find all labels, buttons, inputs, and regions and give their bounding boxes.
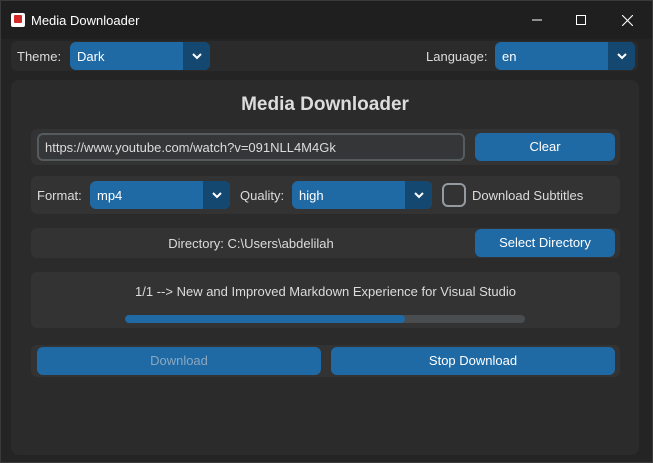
url-input[interactable]: https://www.youtube.com/watch?v=091NLL4M… <box>37 133 465 161</box>
clear-button[interactable]: Clear <box>475 133 615 161</box>
chevron-down-icon <box>191 52 202 59</box>
title-bar: Media Downloader <box>1 1 652 39</box>
directory-row: Directory: C:\Users\abdelilah Select Dir… <box>31 228 620 258</box>
theme-label: Theme: <box>17 49 62 64</box>
directory-path: Directory: C:\Users\abdelilah <box>168 236 334 251</box>
quality-value: high <box>299 188 324 203</box>
subtitles-checkbox[interactable] <box>442 183 466 207</box>
options-row: Format: mp4 Quality: high Download Subti… <box>31 176 620 214</box>
language-select[interactable]: en <box>495 42 635 70</box>
chevron-down-icon <box>211 191 222 198</box>
download-button[interactable]: Download <box>37 347 321 375</box>
minimize-button[interactable] <box>514 1 560 39</box>
status-text: 1/1 --> New and Improved Markdown Experi… <box>135 284 516 299</box>
quality-dropdown-button[interactable] <box>405 181 432 209</box>
quality-select[interactable]: high <box>292 181 432 209</box>
window-title: Media Downloader <box>31 13 140 28</box>
close-button[interactable] <box>604 1 650 39</box>
progress-bar-fill <box>125 315 405 323</box>
chevron-down-icon <box>413 191 424 198</box>
language-value: en <box>502 49 517 64</box>
maximize-button[interactable] <box>558 1 604 39</box>
theme-select[interactable]: Dark <box>70 42 210 70</box>
main-panel: Media Downloader https://www.youtube.com… <box>11 80 639 455</box>
format-value: mp4 <box>97 188 123 203</box>
format-label: Format: <box>37 188 82 203</box>
format-select[interactable]: mp4 <box>90 181 230 209</box>
subtitles-label[interactable]: Download Subtitles <box>472 188 583 203</box>
language-dropdown-button[interactable] <box>608 42 635 70</box>
quality-label: Quality: <box>240 188 285 203</box>
chevron-down-icon <box>616 52 627 59</box>
actions-row: Download Stop Download <box>31 345 620 377</box>
close-icon <box>621 14 633 26</box>
progress-bar <box>125 315 525 323</box>
select-directory-button[interactable]: Select Directory <box>475 229 615 257</box>
url-row: https://www.youtube.com/watch?v=091NLL4M… <box>31 129 620 165</box>
format-dropdown-button[interactable] <box>203 181 230 209</box>
settings-bar: Theme: Dark Language: en <box>11 41 638 71</box>
progress-row: 1/1 --> New and Improved Markdown Experi… <box>31 272 620 328</box>
minimize-icon <box>532 19 542 21</box>
main-title: Media Downloader <box>241 94 409 115</box>
stop-download-button[interactable]: Stop Download <box>331 347 615 375</box>
app-icon <box>11 13 25 27</box>
language-label: Language: <box>426 49 488 64</box>
maximize-icon <box>576 15 586 25</box>
theme-dropdown-button[interactable] <box>183 42 210 70</box>
theme-value: Dark <box>77 49 105 64</box>
app-window: Media Downloader Theme: Dark Language: e… <box>0 0 653 463</box>
